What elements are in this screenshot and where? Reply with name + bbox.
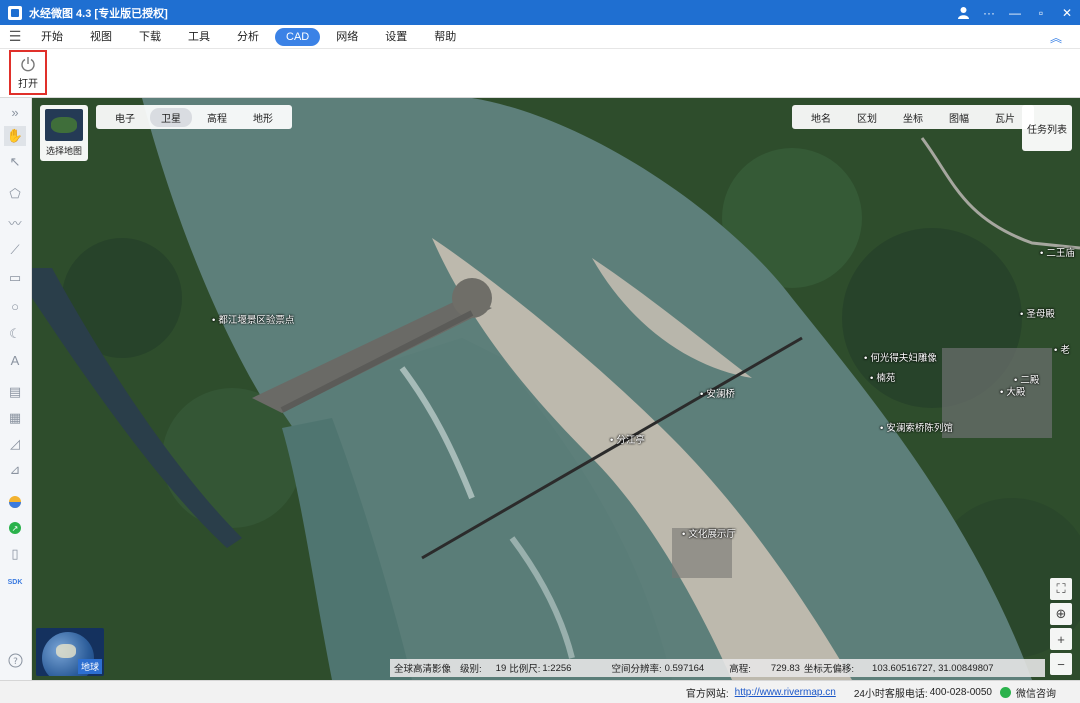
scale-label: 比例尺: [509,664,541,675]
poi-lao[interactable]: 老 [1054,342,1070,356]
minimize-button[interactable]: — [1002,0,1028,25]
pan-hand-icon[interactable]: ✋ [4,126,26,146]
maximize-button[interactable]: ▫ [1028,0,1054,25]
color-palette-icon[interactable] [4,492,26,512]
text-icon[interactable]: A [4,350,26,370]
level-label: 级别: [460,664,482,675]
expand-icon[interactable]: » [4,102,26,122]
poi-dadian[interactable]: 大殿 [1000,384,1025,398]
tab-coordinate[interactable]: 坐标 [892,108,934,127]
svg-text:?: ? [13,657,18,667]
layers-icon[interactable]: ▦ [4,408,26,428]
open-button[interactable]: 打开 [9,50,47,95]
sdk-icon[interactable]: SDK [4,572,26,592]
menu-item-download[interactable]: 下载 [128,28,172,46]
resolution-value: 0.597164 [664,662,705,674]
tab-electronic[interactable]: 电子 [104,108,146,127]
menu-item-tools[interactable]: 工具 [177,28,221,46]
ribbon: 打开 [0,49,1080,98]
tab-placename[interactable]: 地名 [800,108,842,127]
menu-item-analysis[interactable]: 分析 [226,28,270,46]
tab-district[interactable]: 区划 [846,108,888,127]
basemap-thumbnail [45,109,83,141]
polygon-icon[interactable]: ⬠ [4,184,26,204]
globe-label: 地球 [77,659,102,674]
poi-shengmu[interactable]: 圣母殿 [1020,306,1055,320]
locate-icon[interactable]: ⊕ [1050,603,1072,625]
site-link[interactable]: http://www.rivermap.cn [735,687,836,698]
close-button[interactable]: ✕ [1054,0,1080,25]
window-title: 水经微图 4.3 [专业版已授权] [29,7,168,20]
app-logo-icon [8,5,22,20]
imagery-source: 全球高清影像 [394,664,452,675]
poi-exhibition-hall[interactable]: 安澜索桥陈列馆 [880,420,953,434]
site-label: 官方网站: [685,688,729,700]
tab-satellite[interactable]: 卫星 [150,107,192,127]
overlay-tabs: 地名 区划 坐标 图幅 瓦片 [792,105,1034,129]
poi-statue[interactable]: 何光得夫妇雕像 [864,350,937,364]
poi-nanyuan[interactable]: 楠苑 [870,370,895,384]
title-bar: 水经微图 4.3 [专业版已授权] ··· — ▫ ✕ [0,0,1080,25]
phone-icon[interactable]: ▯ [4,544,26,564]
elevation-icon[interactable]: ◿ [4,434,26,454]
footer-bar: 官方网站: http://www.rivermap.cn 24小时客服电话: 4… [0,680,1080,703]
elevation-value: 729.83 [770,662,800,674]
menu-item-network[interactable]: 网络 [325,28,369,46]
menu-item-cad[interactable]: CAD [275,27,321,46]
globe-view-button[interactable]: 地球 [36,628,104,676]
wechat-link[interactable]: 微信咨询 [1016,685,1056,700]
share-icon[interactable]: ↗ [4,518,26,538]
hamburger-menu-icon[interactable]: ☰ [0,28,30,45]
menu-item-start[interactable]: 开始 [30,28,74,46]
coord-label: 坐标无偏移: [803,664,855,675]
poi-fenjiang[interactable]: 分江亭 [610,432,645,446]
scale-value: 1:2256 [542,662,572,674]
help-icon[interactable]: ? [4,650,26,670]
rectangle-icon[interactable]: ▭ [4,268,26,288]
power-icon [21,56,35,71]
wechat-icon [1000,686,1011,698]
basemap-label: 选择地图 [45,146,82,156]
more-icon[interactable]: ··· [976,0,1002,25]
phone-label: 24小时客服电话: [853,688,928,700]
collapse-ribbon-icon[interactable]: ︽ [1050,29,1062,46]
area-line-icon[interactable]: ⟋ [4,240,26,260]
map-view[interactable]: 电子 卫星 高程 地形 地名 区划 坐标 图幅 瓦片 选择地图 任务列表 都江堰… [32,98,1080,680]
resolution-label: 空间分辨率: [611,664,662,675]
menu-bar: ☰ 开始 视图 下载 工具 分析 CAD 网络 设置 帮助 ︽ [0,25,1080,49]
poi-anlan-bridge[interactable]: 安澜桥 [700,386,735,400]
measure-icon[interactable]: ⊿ [4,460,26,480]
map-status-bar: 全球高清影像 级别: 19 比例尺: 1:2256 空间分辨率: 0.59716… [390,659,1045,677]
user-icon[interactable] [950,0,976,25]
svg-text:↗: ↗ [12,524,19,533]
phone-value: 400-028-0050 [929,686,992,698]
poi-exhibit[interactable]: 文化展示厅 [682,526,736,540]
tab-elevation[interactable]: 高程 [196,108,238,127]
coord-value: 103.60516727, 31.00849807 [872,662,994,674]
zoom-out-button[interactable]: − [1050,653,1072,675]
basemap-select-button[interactable]: 选择地图 [40,105,88,161]
zoom-in-button[interactable]: + [1050,628,1072,650]
poi-ermiao[interactable]: 二王庙 [1040,245,1075,259]
satellite-imagery [32,98,1080,680]
circle-icon[interactable]: ○ [4,296,26,316]
level-value: 19 [495,662,507,674]
crescent-icon[interactable]: ☾ [4,324,26,344]
left-toolbar: » ✋ ↖ ⬠ 〰 ⟋ ▭ ○ ☾ A ▤ ▦ ◿ ⊿ ↗ ▯ SDK ? [0,98,32,680]
task-list-button[interactable]: 任务列表 [1022,105,1072,151]
elevation-label: 高程: [729,664,751,675]
menu-item-view[interactable]: 视图 [79,28,123,46]
select-arrow-icon[interactable]: ↖ [4,152,26,172]
ruler-icon[interactable]: ▤ [4,382,26,402]
tab-tile[interactable]: 瓦片 [984,108,1026,127]
tab-sheet[interactable]: 图幅 [938,108,980,127]
tab-terrain[interactable]: 地形 [242,108,284,127]
fullscreen-icon[interactable]: ⛶ [1050,578,1072,600]
menu-item-help[interactable]: 帮助 [423,28,467,46]
poi-ticket[interactable]: 都江堰景区验票点 [212,312,294,326]
map-type-tabs: 电子 卫星 高程 地形 [96,105,292,129]
open-button-label: 打开 [18,78,38,90]
polyline-icon[interactable]: 〰 [4,212,26,232]
menu-item-settings[interactable]: 设置 [374,28,418,46]
